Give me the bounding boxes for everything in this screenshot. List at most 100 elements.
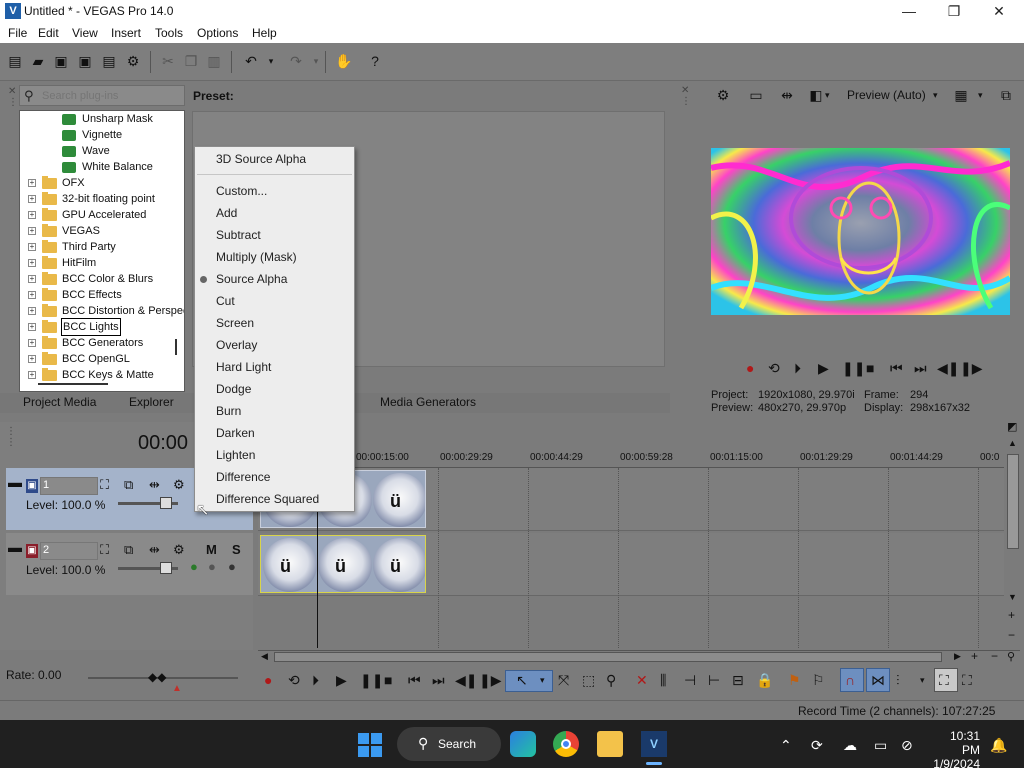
tree-folder-bcc-lights[interactable]: + BCC Lights (20, 318, 184, 336)
menu-item-difference[interactable]: Difference (216, 470, 270, 484)
menu-item-screen[interactable]: Screen (216, 316, 254, 330)
trim-start-icon[interactable]: ⊣ (684, 672, 696, 689)
go-to-start-icon[interactable]: ⏮ (890, 360, 903, 377)
auto-ripple-icon[interactable]: ⫶ (896, 672, 900, 689)
scroll-thumb[interactable] (274, 652, 942, 662)
menu-item-custom[interactable]: Custom... (216, 184, 267, 198)
zoom-tool-icon[interactable]: ⚲ (606, 672, 616, 689)
rate-slider-knob-icon[interactable]: ◆◆ (148, 670, 166, 684)
plugin-search-box[interactable]: ⚲ (19, 85, 185, 106)
menu-item-source-alpha[interactable]: Source Alpha (216, 272, 287, 286)
tree-folder-bcc-keys[interactable]: + BCC Keys & Matte (20, 367, 184, 383)
panel-grip-icon[interactable]: ✕ ⋮ (8, 86, 18, 108)
zoom-in-horizontal-icon[interactable]: + (971, 649, 978, 663)
tree-folder-hitfilm[interactable]: + HitFilm (20, 255, 184, 271)
stop-icon[interactable]: ■ (384, 672, 392, 688)
properties-gear-icon[interactable]: ⚙ (124, 52, 142, 70)
edge-beta-icon[interactable] (510, 731, 536, 757)
menu-edit[interactable]: Edit (38, 26, 59, 40)
ignore-grouping-icon[interactable]: ⛶ (962, 672, 972, 689)
undo-dropdown-icon[interactable]: ▾ (262, 52, 280, 70)
expand-plus-icon[interactable]: + (28, 323, 36, 331)
menu-item-subtract[interactable]: Subtract (216, 228, 261, 242)
ripple-dropdown-icon[interactable]: ▾ (920, 675, 925, 686)
track-fx-chain-icon[interactable]: ● (190, 559, 198, 574)
play-icon[interactable]: ▶ (818, 360, 829, 377)
tree-folder-bcc-distortion[interactable]: +BCC Distortion & Perspective (20, 303, 184, 319)
zoom-tool-icon[interactable]: ⚲ (1007, 650, 1015, 663)
track-2-level-slider[interactable] (118, 562, 178, 574)
timeline-grip-icon[interactable]: ⋮ ⋮ (6, 426, 16, 448)
expand-plus-icon[interactable]: + (28, 339, 36, 347)
play-from-start-icon[interactable]: ⏵ (794, 360, 801, 377)
menu-item-add[interactable]: Add (216, 206, 237, 220)
mute-button[interactable]: M (206, 542, 217, 557)
close-button[interactable]: ✕ (976, 0, 1022, 23)
trim-icon[interactable]: ⫼ (660, 672, 666, 689)
collapse-track-icon[interactable]: ▬ (8, 539, 22, 555)
track-bypass-icon[interactable]: ● (228, 559, 236, 574)
record-icon[interactable]: ● (746, 360, 754, 376)
menu-item-dodge[interactable]: Dodge (216, 382, 251, 396)
cloud-off-icon[interactable]: ☁ (843, 737, 857, 754)
taskbar-search-button[interactable]: ⚲ Search (397, 727, 501, 761)
next-frame-icon[interactable]: ❚▶ (479, 672, 502, 689)
plugin-search-input[interactable] (42, 88, 182, 103)
menu-item-hard-light[interactable]: Hard Light (216, 360, 271, 374)
expand-plus-icon[interactable]: + (28, 291, 36, 299)
tree-horizontal-scrollbar[interactable] (38, 383, 108, 385)
go-to-start-icon[interactable]: ⏮ (408, 672, 421, 689)
expand-plus-icon[interactable]: + (28, 275, 36, 283)
render-icon[interactable]: ▤ (100, 52, 118, 70)
lock-icon[interactable]: 🔒 (756, 672, 773, 689)
insert-marker-icon[interactable]: ⚑ (788, 672, 801, 689)
timeline-marker-icon[interactable]: ◩ (1007, 420, 1017, 433)
zoom-in-vertical-icon[interactable]: + (1008, 608, 1015, 622)
tab-media-generators[interactable]: Media Generators (380, 395, 476, 409)
menu-help[interactable]: Help (252, 26, 277, 40)
menu-insert[interactable]: Insert (111, 26, 141, 40)
menu-item-lighten[interactable]: Lighten (216, 448, 255, 462)
expand-plus-icon[interactable]: + (28, 355, 36, 363)
tree-folder-bcc-color[interactable]: + BCC Color & Blurs (20, 271, 184, 287)
copy-icon[interactable]: ❐ (182, 52, 200, 70)
redo-dropdown-icon[interactable]: ▾ (307, 52, 325, 70)
stop-icon[interactable]: ■ (866, 360, 874, 376)
expand-plus-icon[interactable]: + (28, 259, 36, 267)
split-icon[interactable]: ⊟ (732, 672, 744, 689)
cut-icon[interactable]: ✂ (159, 52, 177, 70)
edit-tool-dropdown-icon[interactable]: ▾ (540, 675, 545, 686)
chrome-icon[interactable] (553, 731, 579, 757)
timeline-ruler[interactable]: 00:00:15:00 00:00:29:29 00:00:44:29 00:0… (258, 448, 1004, 468)
record-icon[interactable]: ● (264, 672, 272, 688)
loop-playback-icon[interactable]: ⟲ (288, 672, 300, 689)
zoom-out-horizontal-icon[interactable]: − (991, 649, 998, 663)
taskbar-clock[interactable]: 10:31 PM 1/9/2024 (930, 729, 980, 768)
pause-icon[interactable]: ❚❚ (842, 360, 865, 377)
delete-icon[interactable]: ✕ (636, 672, 648, 689)
menu-view[interactable]: View (72, 26, 98, 40)
timeline-timecode[interactable]: 00:00 (138, 432, 188, 455)
minimize-button[interactable]: — (886, 0, 932, 23)
preview-quality-dropdown[interactable]: Preview (Auto) (847, 88, 926, 102)
tree-vertical-scrollbar[interactable] (175, 339, 177, 355)
video-event-clip[interactable]: ü ü ü (260, 535, 426, 593)
expand-plus-icon[interactable]: + (28, 211, 36, 219)
scroll-left-icon[interactable]: ◀ (261, 651, 268, 662)
track-fx-icon[interactable]: ⧉ (124, 477, 133, 493)
scroll-up-icon[interactable]: ▲ (1008, 438, 1017, 448)
solo-button[interactable]: S (232, 542, 241, 557)
whats-this-help-icon[interactable]: ? (366, 52, 384, 70)
envelope-lock-icon[interactable]: ⛶ (939, 672, 949, 689)
slider-knob[interactable] (160, 562, 172, 574)
maximize-button[interactable]: ❐ (931, 0, 977, 23)
track-1-name-field[interactable]: ▣ 1 (26, 477, 98, 495)
timeline-horizontal-scrollbar[interactable]: ◀ ▶ + − ⚲ (258, 649, 1020, 663)
expand-plus-icon[interactable]: + (28, 179, 36, 187)
undo-icon[interactable]: ↶ (242, 52, 260, 70)
tree-folder-bcc-opengl[interactable]: + BCC OpenGL (20, 351, 184, 367)
collapse-track-icon[interactable]: ▬ (8, 474, 22, 490)
track-motion-icon[interactable]: ⛶ (100, 477, 109, 493)
track-fx-icon[interactable]: ⧉ (124, 542, 133, 558)
expand-plus-icon[interactable]: + (28, 307, 36, 315)
